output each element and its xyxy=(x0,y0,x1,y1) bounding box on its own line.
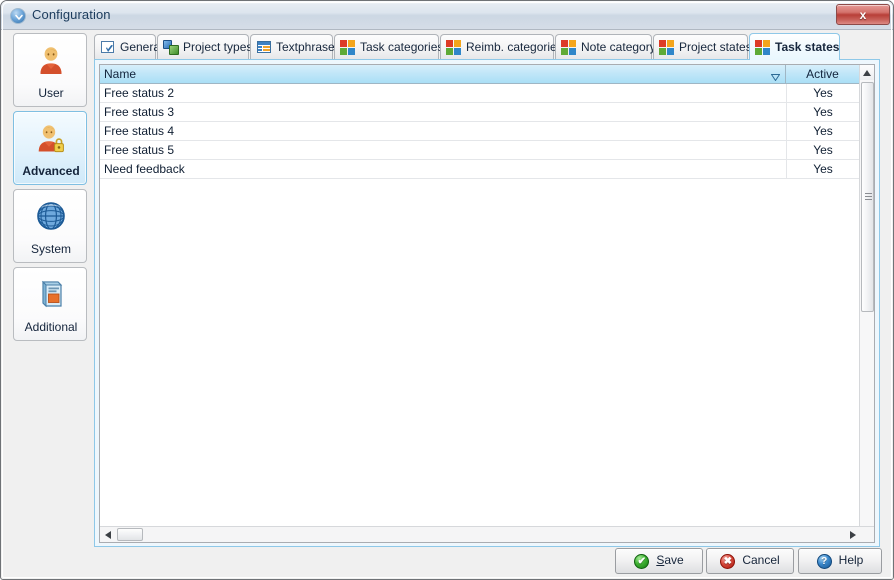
cell-name: Free status 4 xyxy=(104,124,174,138)
cell-name: Free status 5 xyxy=(104,143,174,157)
sidebar-item-label: User xyxy=(14,86,88,100)
horizontal-scrollbar-thumb[interactable] xyxy=(117,528,143,541)
close-icon: x xyxy=(837,5,889,24)
book-box-icon xyxy=(14,275,88,313)
question-circle-icon: ? xyxy=(817,553,833,569)
close-button[interactable]: x xyxy=(836,4,890,25)
table-row[interactable]: Free status 3 Yes xyxy=(100,103,874,122)
four-squares-icon xyxy=(446,39,462,55)
horizontal-scrollbar[interactable] xyxy=(100,526,874,542)
task-states-grid: Name Active xyxy=(99,64,875,543)
window-titlebar: Configuration x xyxy=(1,1,894,30)
tab-label: Task categories xyxy=(360,40,443,54)
sidebar: User Advanced xyxy=(13,33,87,345)
column-header-label: Name xyxy=(104,67,136,81)
checkbox-icon xyxy=(100,39,116,55)
check-circle-icon: ✔ xyxy=(634,553,650,569)
table-row[interactable]: Need feedback Yes xyxy=(100,160,874,179)
four-squares-icon xyxy=(561,39,577,55)
sort-descending-icon xyxy=(771,70,780,77)
save-button[interactable]: ✔ Save xyxy=(615,548,703,574)
window-body: User Advanced xyxy=(2,30,894,580)
table-row[interactable]: Free status 4 Yes xyxy=(100,122,874,141)
tab-note-category[interactable]: Note category xyxy=(555,34,652,59)
tab-label: Textphrases xyxy=(276,40,341,54)
cell-active: Yes xyxy=(786,124,860,138)
window-title: Configuration xyxy=(32,7,111,22)
column-header-active[interactable]: Active xyxy=(786,65,860,83)
blocks-icon xyxy=(163,39,179,55)
table-row[interactable]: Free status 5 Yes xyxy=(100,141,874,160)
configuration-window: Configuration x User xyxy=(0,0,894,580)
four-squares-icon xyxy=(340,39,356,55)
four-squares-icon xyxy=(755,39,771,55)
help-button-label: Help xyxy=(839,553,864,567)
titlebar-gloss xyxy=(1,1,894,4)
scroll-up-button[interactable] xyxy=(860,65,874,80)
help-button[interactable]: ? Help xyxy=(798,548,882,574)
tab-task-states[interactable]: Task states xyxy=(749,33,840,60)
tab-reimb-categories[interactable]: Reimb. categories xyxy=(440,34,554,59)
tabstrip: General Project types Textphrases xyxy=(94,33,880,59)
tab-label: Reimb. categories xyxy=(466,40,563,54)
tab-general[interactable]: General xyxy=(94,34,156,59)
tab-project-types[interactable]: Project types xyxy=(157,34,249,59)
tab-label: Task states xyxy=(775,40,839,54)
sidebar-item-advanced[interactable]: Advanced xyxy=(13,111,87,185)
chevron-down-circle-icon xyxy=(10,8,26,24)
cell-active: Yes xyxy=(786,143,860,157)
column-header-label: Active xyxy=(806,67,839,81)
cell-active: Yes xyxy=(786,86,860,100)
sidebar-item-system[interactable]: System xyxy=(13,189,87,263)
column-header-name[interactable]: Name xyxy=(100,65,786,83)
sidebar-item-additional[interactable]: Additional xyxy=(13,267,87,341)
sidebar-item-label: Advanced xyxy=(14,164,88,178)
table-icon xyxy=(256,39,272,55)
user-lock-icon xyxy=(14,119,88,157)
cell-name: Free status 2 xyxy=(104,86,174,100)
grid-header-row: Name Active xyxy=(100,65,874,84)
tab-label: Project states xyxy=(679,40,752,54)
cancel-button[interactable]: ✖ Cancel xyxy=(706,548,794,574)
tab-label: Project types xyxy=(183,40,252,54)
cell-active: Yes xyxy=(786,105,860,119)
cell-active: Yes xyxy=(786,162,860,176)
tab-textphrases[interactable]: Textphrases xyxy=(250,34,333,59)
task-states-panel: Name Active xyxy=(94,59,880,547)
user-icon xyxy=(14,41,88,79)
dialog-footer: ✔ Save ✖ Cancel ? Help xyxy=(2,548,894,580)
tab-label: Note category xyxy=(581,40,656,54)
sidebar-item-label: System xyxy=(14,242,88,256)
cross-circle-icon: ✖ xyxy=(720,553,736,569)
grid-rows: Free status 2 Yes Free status 3 Yes Free… xyxy=(100,84,874,179)
cell-name: Need feedback xyxy=(104,162,185,176)
sidebar-item-user[interactable]: User xyxy=(13,33,87,107)
grip-icon xyxy=(865,193,872,201)
tab-panel: General Project types Textphrases xyxy=(94,33,880,547)
vertical-scrollbar[interactable] xyxy=(859,65,874,542)
globe-icon xyxy=(14,197,88,235)
cell-name: Free status 3 xyxy=(104,105,174,119)
save-button-label: Save xyxy=(656,553,683,567)
sidebar-item-label: Additional xyxy=(14,320,88,334)
save-button-rest: ave xyxy=(664,553,683,567)
scroll-left-button[interactable] xyxy=(100,527,115,542)
vertical-scrollbar-thumb[interactable] xyxy=(861,82,874,312)
four-squares-icon xyxy=(659,39,675,55)
cancel-button-label: Cancel xyxy=(742,553,779,567)
table-row[interactable]: Free status 2 Yes xyxy=(100,84,874,103)
tab-project-states[interactable]: Project states xyxy=(653,34,748,59)
tab-task-categories[interactable]: Task categories xyxy=(334,34,439,59)
scroll-right-button[interactable] xyxy=(845,527,860,542)
